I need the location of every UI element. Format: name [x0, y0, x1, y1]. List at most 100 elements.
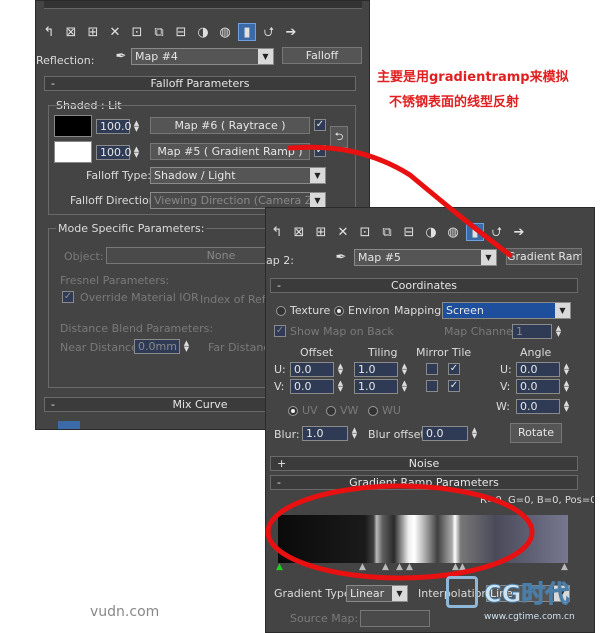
pick-material-icon[interactable]: ↰	[268, 223, 286, 241]
v-tiling-spinner[interactable]: 1.0 ▲ ▼	[354, 379, 407, 394]
flag-marker-icon[interactable]: ▲	[561, 562, 568, 572]
map-toolbar: ↰ ⊠ ⊞ ✕ ⊡ ⧉ ⊟ ◑ ◍ ▮ ⮍ ➔	[268, 223, 528, 241]
uv-radio[interactable]	[288, 406, 298, 416]
show-map-icon[interactable]: ◍	[216, 23, 234, 41]
go-forward-icon[interactable]: ➔	[282, 23, 300, 41]
map-channel-spinner[interactable]: 1 ▲ ▼	[512, 324, 561, 339]
flag-marker-icon[interactable]: ▲	[382, 562, 389, 572]
eyedropper-icon[interactable]: ✒	[332, 248, 350, 266]
v-angle-label: V:	[500, 380, 511, 393]
source-map-button[interactable]	[360, 610, 430, 627]
u-tile-checkbox[interactable]: ✓	[448, 363, 460, 375]
material-id-icon[interactable]: ◑	[194, 23, 212, 41]
mix-curve-canvas[interactable]	[58, 421, 80, 429]
eyedropper-icon[interactable]: ✒	[112, 47, 130, 65]
annotation-line2: 不锈钢表面的线型反射	[389, 95, 520, 110]
blur-offset-spinner[interactable]: 0.0 ▲ ▼	[422, 426, 477, 441]
u-offset-spinner[interactable]: 0.0 ▲ ▼	[290, 362, 343, 377]
gradient-ramp-bar[interactable]	[278, 515, 568, 563]
reset-map-icon[interactable]: ✕	[106, 23, 124, 41]
v-angle-spinner[interactable]: 0.0 ▲ ▼	[516, 379, 569, 394]
show-end-result-icon[interactable]: ▮	[466, 223, 484, 241]
v-tile-checkbox[interactable]: ✓	[448, 380, 460, 392]
side-amount-spinner[interactable]: 100.0 ▲ ▼	[96, 145, 139, 160]
vudn-watermark: vudn.com	[90, 604, 160, 620]
map-type-button[interactable]: Gradient Ramp	[506, 248, 582, 265]
map-type-button[interactable]: Falloff	[282, 47, 362, 64]
gradient-ramp-panel: ↰ ⊠ ⊞ ✕ ⊡ ⧉ ⊟ ◑ ◍ ▮ ⮍ ➔ ap 2: ✒ Map #5 ▼ …	[265, 207, 595, 633]
near-distance-spinner[interactable]: 0.0mm ▲ ▼	[134, 339, 189, 354]
front-map-checkbox[interactable]: ✓	[314, 119, 326, 131]
flag-marker-icon[interactable]: ▲	[276, 562, 283, 572]
flag-marker-icon[interactable]: ▲	[459, 562, 466, 572]
falloff-type-combo[interactable]: Shadow / Light ▼	[150, 167, 326, 184]
falloff-parameters-rollout[interactable]: - Falloff Parameters	[44, 76, 356, 91]
blur-offset-label: Blur offset:	[368, 428, 429, 441]
mapping-combo[interactable]: Screen ▼	[442, 302, 571, 319]
distance-blend-label: Distance Blend Parameters:	[60, 322, 214, 335]
flag-marker-icon[interactable]: ▲	[452, 562, 459, 572]
go-to-parent-icon[interactable]: ⮍	[488, 223, 506, 241]
u-label: U:	[274, 363, 286, 376]
vw-radio[interactable]	[326, 406, 336, 416]
put-to-library-icon[interactable]: ⊟	[172, 23, 190, 41]
go-to-parent-icon[interactable]: ⮍	[260, 23, 278, 41]
front-color-swatch[interactable]	[54, 115, 92, 137]
reset-map-icon[interactable]: ✕	[334, 223, 352, 241]
show-map-icon[interactable]: ◍	[444, 223, 462, 241]
source-map-label: Source Map:	[290, 612, 359, 625]
noise-rollout[interactable]: + Noise	[270, 456, 578, 471]
blur-spinner[interactable]: 1.0 ▲ ▼	[302, 426, 357, 441]
show-map-on-back-label: Show Map on Back	[290, 325, 394, 338]
top-scrollbar[interactable]	[44, 1, 362, 9]
override-ior-checkbox[interactable]: ✓	[62, 291, 74, 303]
rotate-button[interactable]: Rotate	[510, 423, 562, 443]
w-angle-spinner[interactable]: 0.0 ▲ ▼	[516, 399, 569, 414]
put-to-scene-icon[interactable]: ⊠	[62, 23, 80, 41]
reflection-label: Reflection:	[36, 54, 95, 67]
assign-material-icon[interactable]: ⊞	[84, 23, 102, 41]
side-map-button[interactable]: Map #5 ( Gradient Ramp )	[150, 143, 310, 160]
copy-material-icon[interactable]: ⊡	[356, 223, 374, 241]
offset-label: Offset	[300, 346, 334, 359]
u-angle-spinner[interactable]: 0.0 ▲ ▼	[516, 362, 569, 377]
dropdown-arrow-icon: ▼	[310, 168, 325, 183]
make-unique-icon[interactable]: ⧉	[150, 23, 168, 41]
show-map-on-back-checkbox[interactable]: ✓	[274, 325, 286, 337]
map-channel-label: Map Channel:	[444, 325, 520, 338]
make-unique-icon[interactable]: ⧉	[378, 223, 396, 241]
u-mirror-checkbox[interactable]	[426, 363, 438, 375]
flag-marker-icon[interactable]: ▲	[396, 562, 403, 572]
u-tiling-spinner[interactable]: 1.0 ▲ ▼	[354, 362, 407, 377]
swap-colors-button[interactable]: ⮌	[330, 126, 348, 148]
side-color-swatch[interactable]	[54, 141, 92, 163]
put-to-library-icon[interactable]: ⊟	[400, 223, 418, 241]
go-forward-icon[interactable]: ➔	[510, 223, 528, 241]
show-end-result-icon[interactable]: ▮	[238, 23, 256, 41]
assign-material-icon[interactable]: ⊞	[312, 223, 330, 241]
gradient-type-combo[interactable]: Linear ▼	[346, 585, 408, 602]
copy-material-icon[interactable]: ⊡	[128, 23, 146, 41]
far-distance-label: Far Distanc	[208, 341, 270, 354]
flag-marker-icon[interactable]: ▲	[406, 562, 413, 572]
v-mirror-checkbox[interactable]	[426, 380, 438, 392]
front-amount-spinner[interactable]: 100.0 ▲ ▼	[96, 119, 139, 134]
environ-radio[interactable]	[334, 306, 344, 316]
texture-radio[interactable]	[276, 306, 286, 316]
wu-radio[interactable]	[368, 406, 378, 416]
dropdown-arrow-icon: ▼	[392, 586, 407, 601]
w-angle-label: W:	[496, 400, 510, 413]
material-id-icon[interactable]: ◑	[422, 223, 440, 241]
v-offset-spinner[interactable]: 0.0 ▲ ▼	[290, 379, 343, 394]
coordinates-rollout[interactable]: - Coordinates	[270, 278, 578, 293]
gradient-ramp-parameters-rollout[interactable]: - Gradient Ramp Parameters	[270, 475, 578, 490]
side-map-checkbox[interactable]: ✓	[314, 145, 326, 157]
put-to-scene-icon[interactable]: ⊠	[290, 223, 308, 241]
map-name-combo[interactable]: Map #4 ▼	[131, 48, 274, 65]
material-toolbar: ↰ ⊠ ⊞ ✕ ⊡ ⧉ ⊟ ◑ ◍ ▮ ⮍ ➔	[40, 23, 300, 41]
environ-label: Environ	[348, 304, 390, 317]
map-name-combo[interactable]: Map #5 ▼	[354, 249, 497, 266]
front-map-button[interactable]: Map #6 ( Raytrace )	[150, 117, 310, 134]
flag-marker-icon[interactable]: ▲	[359, 562, 366, 572]
pick-material-icon[interactable]: ↰	[40, 23, 58, 41]
